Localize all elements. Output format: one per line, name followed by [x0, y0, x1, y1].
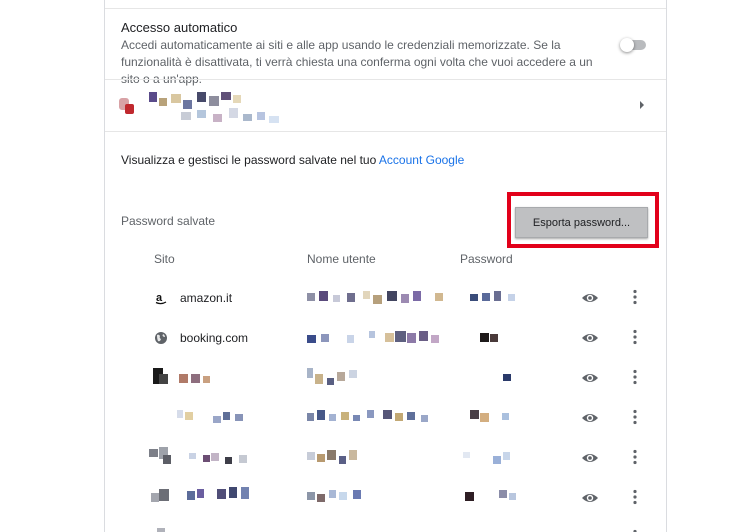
- globe-icon: [155, 332, 167, 344]
- more-actions-icon[interactable]: [632, 329, 638, 345]
- more-actions-icon[interactable]: [632, 449, 638, 465]
- site-name: booking.com: [180, 331, 249, 345]
- account-row[interactable]: [105, 82, 666, 128]
- table-row[interactable]: [105, 358, 666, 398]
- svg-text:a: a: [156, 292, 163, 304]
- show-password-icon[interactable]: [581, 451, 599, 465]
- redacted-username: [307, 331, 457, 345]
- show-password-icon[interactable]: [581, 411, 599, 425]
- more-actions-icon[interactable]: [632, 489, 638, 505]
- saved-passwords-title: Password salvate: [121, 214, 216, 228]
- column-username: Nome utente: [307, 252, 376, 266]
- autosignin-title: Accesso automatico: [121, 20, 238, 35]
- redacted-username: [307, 291, 457, 305]
- show-password-icon[interactable]: [581, 291, 599, 305]
- column-password: Password: [460, 252, 513, 266]
- redacted-password: [503, 374, 517, 388]
- table-row[interactable]: [105, 398, 666, 438]
- autosignin-toggle[interactable]: [620, 37, 648, 53]
- redacted-username: [307, 448, 367, 466]
- show-password-icon[interactable]: [581, 371, 599, 385]
- table-row[interactable]: [105, 438, 666, 478]
- chevron-right-icon: [640, 101, 644, 109]
- password-settings-panel: Accesso automatico Accedi automaticament…: [104, 0, 667, 532]
- more-actions-icon[interactable]: [632, 289, 638, 305]
- redacted-password: [480, 331, 520, 345]
- redacted-site: [177, 410, 257, 424]
- divider: [105, 8, 666, 9]
- redacted-site: [149, 447, 259, 467]
- more-actions-icon[interactable]: [632, 369, 638, 385]
- account-info-text: Visualizza e gestisci le password salvat…: [121, 153, 465, 167]
- autosignin-description: Accedi automaticamente ai siti e alle ap…: [121, 38, 593, 86]
- table-row[interactable]: booking.com: [105, 318, 666, 358]
- redacted-username: [307, 410, 457, 424]
- column-site: Sito: [154, 252, 175, 266]
- table-row[interactable]: [105, 518, 666, 532]
- redacted-site: [151, 487, 261, 507]
- divider: [105, 131, 666, 132]
- redacted-username: [307, 368, 367, 386]
- amazon-icon: a: [155, 292, 167, 305]
- redacted-password: [470, 291, 530, 305]
- table-row[interactable]: a amazon.it: [105, 278, 666, 318]
- redacted-password: [470, 410, 530, 424]
- more-actions-icon[interactable]: [632, 409, 638, 425]
- divider: [105, 79, 666, 80]
- account-google-link[interactable]: Account Google: [379, 153, 464, 167]
- table-row[interactable]: [105, 478, 666, 518]
- show-password-icon[interactable]: [581, 331, 599, 345]
- site-name: amazon.it: [180, 291, 233, 305]
- redacted-site: [151, 366, 221, 388]
- show-password-icon[interactable]: [581, 491, 599, 505]
- redacted-password: [465, 490, 525, 504]
- redacted-site: [157, 528, 169, 532]
- redacted-account: [117, 92, 287, 123]
- redacted-password: [463, 450, 523, 464]
- redacted-username: [307, 490, 367, 504]
- highlight-box: [507, 192, 659, 248]
